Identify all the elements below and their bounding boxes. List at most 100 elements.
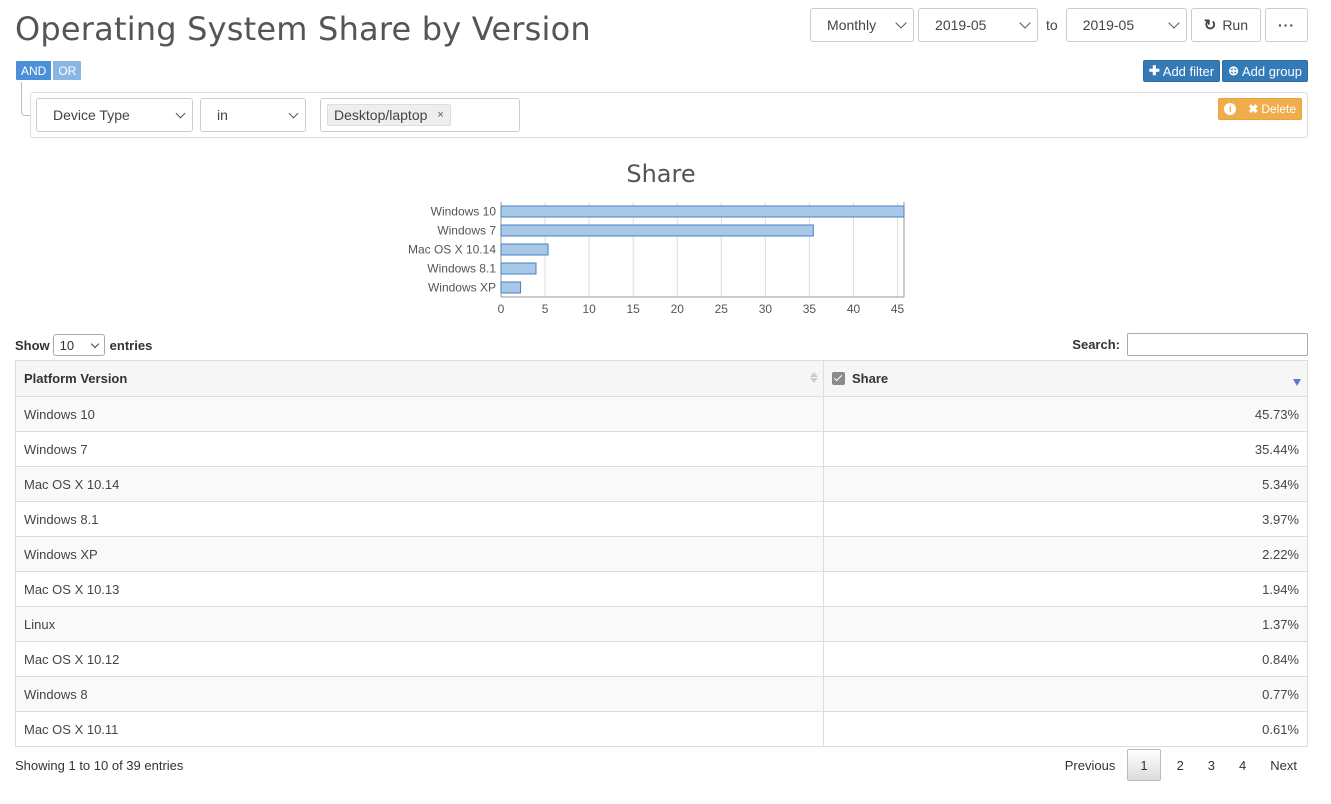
- share-cell: 1.37%: [823, 606, 1308, 642]
- share-cell: 35.44%: [823, 431, 1308, 467]
- page-title: Operating System Share by Version: [15, 10, 591, 48]
- platform-version-cell: Mac OS X 10.14: [15, 466, 824, 502]
- logic-toggle: AND OR: [15, 60, 83, 81]
- table-row: Mac OS X 10.11 0.61%: [15, 711, 1308, 747]
- page-button-4[interactable]: 4: [1227, 749, 1258, 781]
- platform-version-cell: Mac OS X 10.13: [15, 571, 824, 607]
- share-bar-chart: 0 5 10 15 20 25 30 35 40 45 Windows 10 Windows 7 Mac…: [408, 202, 905, 316]
- table-row: Windows 7 35.44%: [15, 431, 1308, 467]
- field-select-value: Device Type: [53, 107, 130, 123]
- category-label: Windows 10: [431, 205, 497, 219]
- more-options-button[interactable]: ···: [1265, 8, 1308, 42]
- show-label: Show: [15, 337, 50, 353]
- pagination: Previous 1 2 3 4 Next: [1053, 749, 1309, 781]
- table-row: Mac OS X 10.13 1.94%: [15, 571, 1308, 607]
- share-cell: 45.73%: [823, 396, 1308, 432]
- column-header-label: Platform Version: [24, 371, 128, 386]
- platform-version-cell: Windows 8: [15, 676, 824, 712]
- share-cell: 0.84%: [823, 641, 1308, 677]
- x-tick-label: 0: [498, 302, 505, 316]
- period-select-value: Monthly: [827, 17, 877, 33]
- chevron-down-icon: [288, 108, 299, 118]
- chevron-down-icon: [90, 339, 99, 348]
- value-tag: Desktop/laptop ×: [327, 104, 451, 126]
- category-label: Windows 8.1: [427, 262, 496, 276]
- share-cell: 3.97%: [823, 501, 1308, 537]
- period-select[interactable]: Monthly: [810, 8, 915, 42]
- x-tick-label: 30: [759, 302, 773, 316]
- bar: [500, 281, 522, 294]
- sort-descending-icon: [1293, 379, 1301, 386]
- platform-version-cell: Linux: [15, 606, 824, 642]
- table-row: Windows 8 0.77%: [15, 676, 1308, 712]
- page-button-2[interactable]: 2: [1165, 749, 1196, 781]
- plus-circle-icon: ⊕: [1228, 63, 1239, 78]
- from-date-value: 2019-05: [935, 17, 987, 33]
- category-label: Mac OS X 10.14: [408, 243, 496, 257]
- run-button-label: Run: [1222, 17, 1248, 33]
- platform-version-cell: Windows 8.1: [15, 501, 824, 537]
- page-length-select[interactable]: 10: [52, 334, 105, 356]
- table-search: Search:: [1072, 333, 1308, 356]
- table-row: Windows 10 45.73%: [15, 396, 1308, 432]
- bar: [500, 224, 814, 237]
- sort-icon: [810, 372, 818, 383]
- run-button[interactable]: ↻ Run: [1190, 8, 1261, 42]
- x-tick-label: 35: [803, 302, 817, 316]
- column-header-label: Share: [852, 371, 889, 386]
- table-row: Windows XP 2.22%: [15, 536, 1308, 572]
- share-cell: 0.77%: [823, 676, 1308, 712]
- platform-version-cell: Mac OS X 10.11: [15, 711, 824, 747]
- table-row: Windows 8.1 3.97%: [15, 501, 1308, 537]
- page-button-1[interactable]: 1: [1127, 749, 1161, 781]
- chevron-down-icon: [1168, 17, 1180, 29]
- search-input[interactable]: [1127, 333, 1308, 356]
- x-tick-label: 20: [671, 302, 685, 316]
- add-group-button[interactable]: ⊕ Add group: [1222, 60, 1308, 82]
- delete-label: Delete: [1261, 102, 1296, 116]
- x-tick-label: 40: [847, 302, 861, 316]
- value-multiselect[interactable]: Desktop/laptop ×: [320, 98, 520, 132]
- operator-select[interactable]: in: [200, 98, 306, 132]
- previous-page-button[interactable]: Previous: [1053, 749, 1128, 781]
- add-filter-button[interactable]: ✚ Add filter: [1142, 60, 1221, 82]
- table-row: Linux 1.37%: [15, 606, 1308, 642]
- bar: [500, 243, 549, 256]
- field-select[interactable]: Device Type: [36, 98, 193, 132]
- chart-title: Share: [626, 160, 696, 188]
- to-date-select[interactable]: 2019-05: [1065, 8, 1187, 42]
- or-button[interactable]: OR: [52, 60, 83, 81]
- operator-select-value: in: [217, 107, 228, 123]
- x-tick-label: 25: [715, 302, 729, 316]
- column-header-platform-version[interactable]: Platform Version: [15, 360, 824, 397]
- to-date-value: 2019-05: [1082, 17, 1135, 33]
- from-date-select[interactable]: 2019-05: [918, 8, 1039, 42]
- table-row: Mac OS X 10.12 0.84%: [15, 641, 1308, 677]
- filter-rule: Device Type in Desktop/laptop × i ✖ Dele…: [30, 92, 1308, 138]
- checkbox-icon[interactable]: [832, 372, 845, 385]
- chevron-down-icon: [1019, 17, 1031, 29]
- category-label: Windows 7: [437, 224, 496, 238]
- add-filter-label: Add filter: [1162, 63, 1215, 79]
- category-label: Windows XP: [428, 281, 496, 295]
- chevron-down-icon: [175, 108, 186, 118]
- plus-icon: ✚: [1148, 63, 1160, 78]
- column-header-share[interactable]: Share: [823, 360, 1308, 397]
- share-cell: 2.22%: [823, 536, 1308, 572]
- and-button[interactable]: AND: [15, 60, 53, 81]
- add-group-label: Add group: [1242, 63, 1302, 79]
- remove-tag-icon[interactable]: ×: [437, 109, 443, 121]
- bar: [500, 205, 905, 218]
- to-label: to: [1046, 17, 1058, 33]
- search-label: Search:: [1072, 337, 1120, 352]
- table-row: Mac OS X 10.14 5.34%: [15, 466, 1308, 502]
- page-length-control: Show 10 entries: [15, 334, 152, 356]
- page-button-3[interactable]: 3: [1196, 749, 1227, 781]
- platform-version-cell: Mac OS X 10.12: [15, 641, 824, 677]
- share-table: Platform Version Share Windows 10 45.73% W…: [15, 360, 1308, 747]
- delete-rule-button[interactable]: i ✖ Delete: [1218, 98, 1302, 120]
- x-tick-label: 15: [627, 302, 641, 316]
- next-page-button[interactable]: Next: [1258, 749, 1309, 781]
- entries-label: entries: [109, 337, 153, 353]
- x-tick-label: 45: [891, 302, 905, 316]
